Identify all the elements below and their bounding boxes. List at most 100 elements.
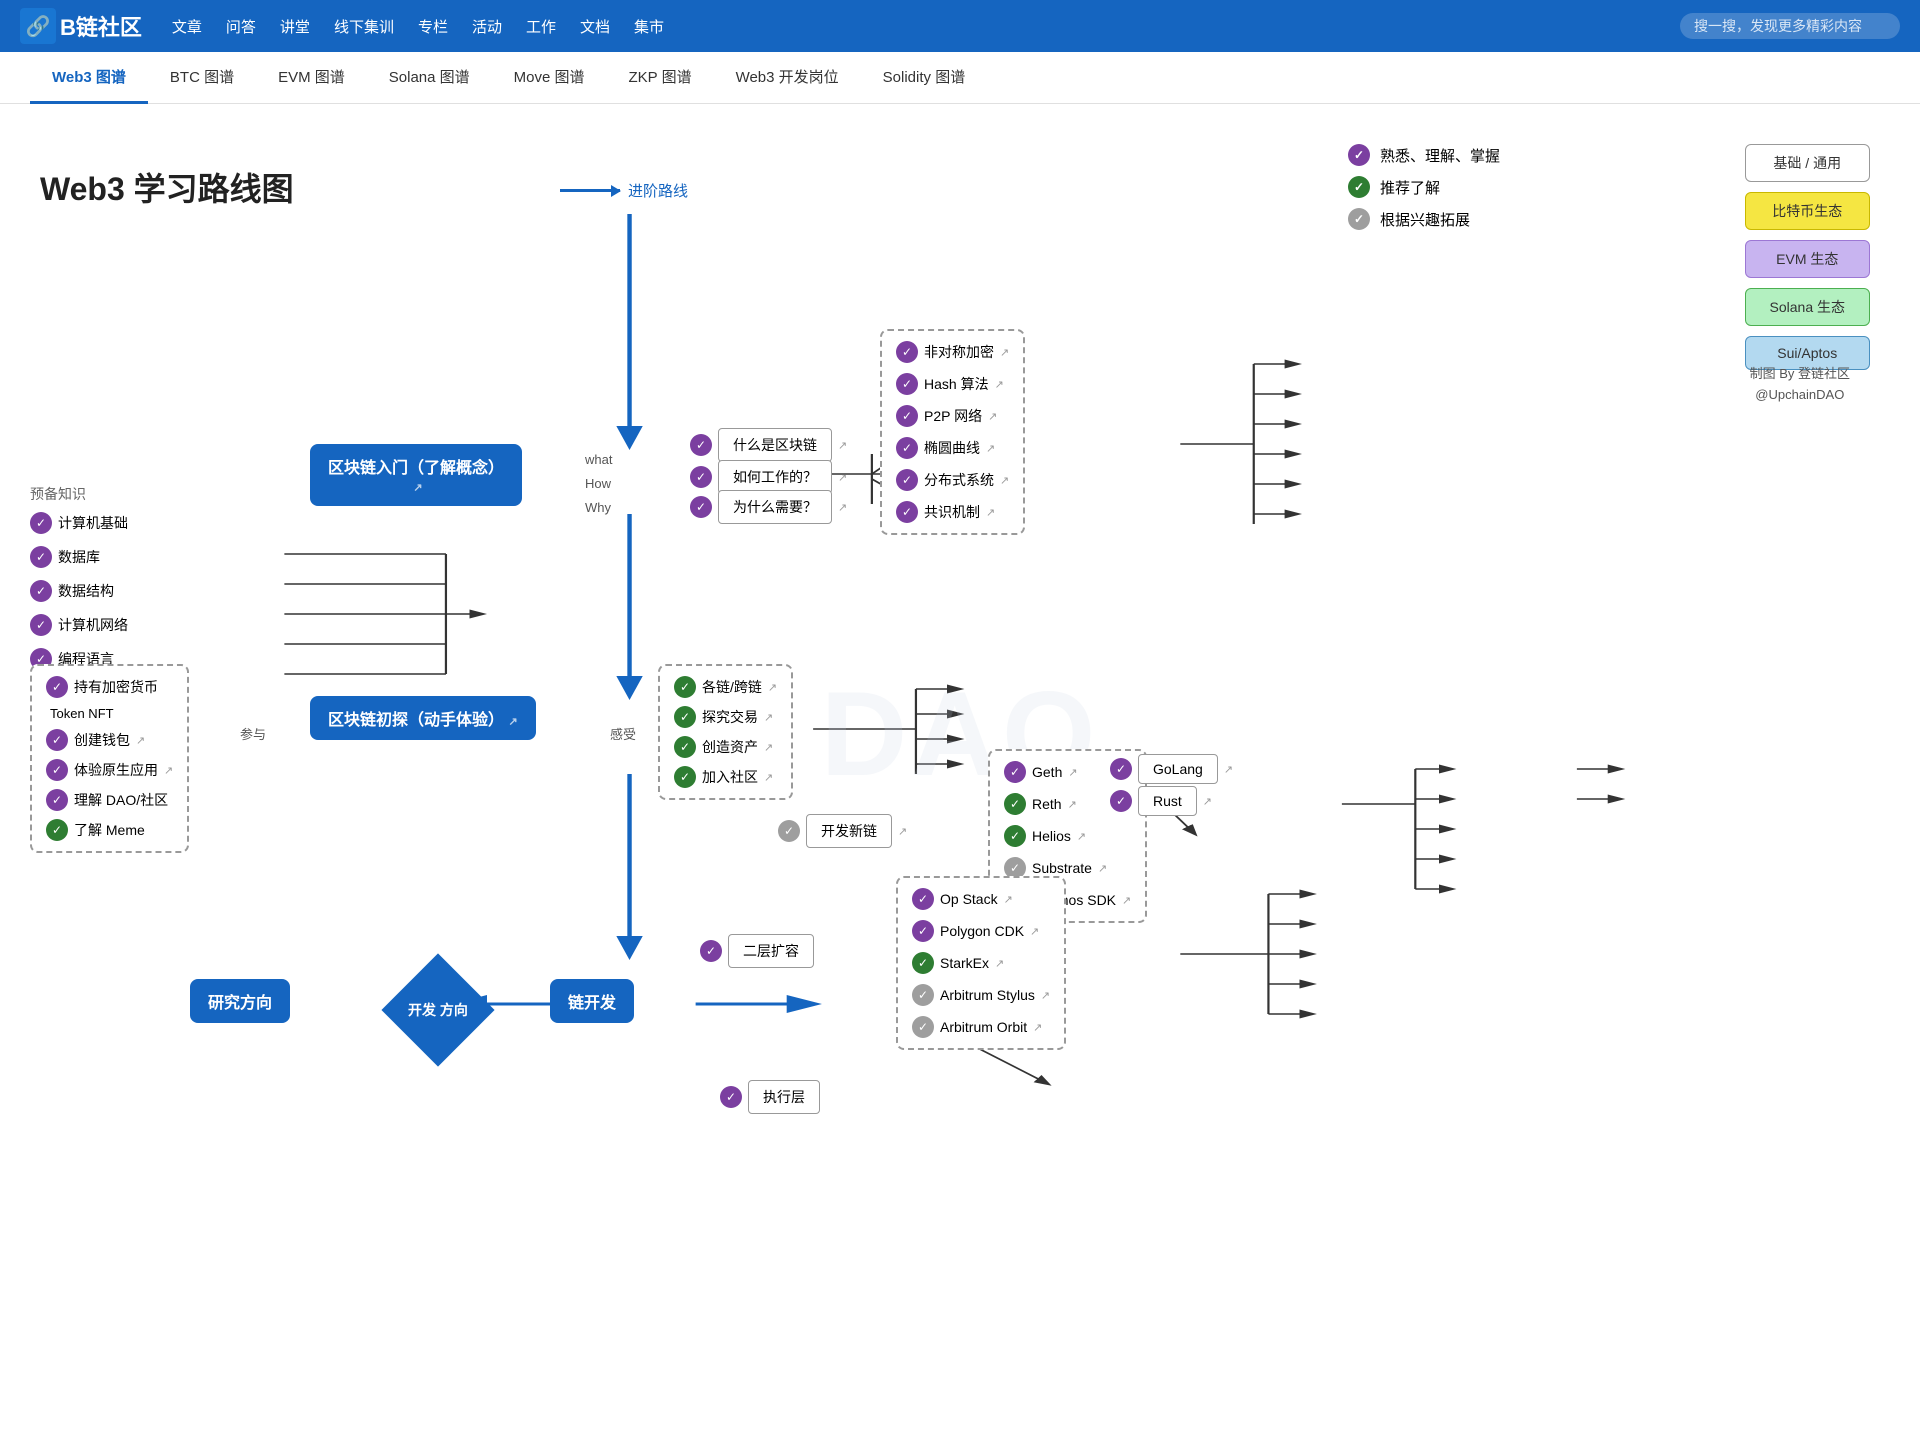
explore-right-box: ✓ 各链/跨链 ↗ ✓ 探究交易 ↗ ✓ 创造资产 ↗ ✓ 加入社区 ↗ — [658, 664, 793, 800]
topic-5[interactable]: ✓ 共识机制 ↗ — [896, 501, 1009, 523]
l2-item-label-4: Arbitrum Orbit — [940, 1019, 1027, 1035]
check-icon-0: ✓ — [30, 512, 52, 534]
topic-0[interactable]: ✓ 非对称加密 ↗ — [896, 341, 1009, 363]
chain-item-2[interactable]: ✓ Helios ↗ — [1004, 825, 1131, 847]
new-chain-node[interactable]: ✓ 开发新链 ↗ — [778, 814, 907, 848]
nav-article[interactable]: 文章 — [172, 19, 202, 36]
tab-web3-job[interactable]: Web3 开发岗位 — [714, 52, 861, 104]
check-topic-1: ✓ — [896, 373, 918, 395]
roadmap-wrapper: DAO — [20, 134, 1900, 1334]
golang-node[interactable]: ✓ GoLang ↗ — [1110, 754, 1233, 784]
tab-zkp[interactable]: ZKP 图谱 — [607, 52, 714, 104]
l2-item-3[interactable]: ✓ Arbitrum Stylus ↗ — [912, 984, 1050, 1006]
check-topic-5: ✓ — [896, 501, 918, 523]
logo[interactable]: 🔗 B链社区 — [20, 8, 142, 44]
ext-er-2: ↗ — [764, 741, 773, 754]
ext-er-1: ↗ — [764, 711, 773, 724]
q-how[interactable]: ✓ 如何工作的？ ↗ — [690, 460, 847, 494]
tab-move[interactable]: Move 图谱 — [492, 52, 607, 104]
research-node[interactable]: 研究方向 — [190, 979, 290, 1023]
advance-arrow — [560, 189, 620, 192]
nav-lecture[interactable]: 讲堂 — [280, 19, 310, 36]
intro-node[interactable]: 区块链入门（了解概念） ↗ — [310, 444, 522, 506]
ext-golang: ↗ — [1224, 763, 1233, 776]
tab-btc[interactable]: BTC 图谱 — [148, 52, 256, 104]
explore-node[interactable]: 区块链初探（动手体验） ↗ — [310, 696, 536, 740]
l2-item-1[interactable]: ✓ Polygon CDK ↗ — [912, 920, 1050, 942]
l2-items-box: ✓ Op Stack ↗ ✓ Polygon CDK ↗ ✓ StarkEx ↗… — [896, 876, 1066, 1050]
topic-3[interactable]: ✓ 椭圆曲线 ↗ — [896, 437, 1009, 459]
l2-item-label-2: StarkEx — [940, 955, 989, 971]
prep-label-0: 计算机基础 — [58, 513, 128, 533]
q-what[interactable]: ✓ 什么是区块链 ↗ — [690, 428, 847, 462]
chain-dev-node[interactable]: 链开发 — [550, 979, 634, 1023]
exec-layer-node[interactable]: ✓ 执行层 — [720, 1080, 820, 1114]
topic-2[interactable]: ✓ P2P 网络 ↗ — [896, 405, 1009, 427]
tab-solana[interactable]: Solana 图谱 — [367, 52, 492, 104]
diamond-outer: 开发 方向 — [388, 960, 488, 1060]
topic-ext-4: ↗ — [1000, 474, 1009, 487]
nav-qa[interactable]: 问答 — [226, 19, 256, 36]
ext-chain-3: ↗ — [1098, 862, 1107, 875]
legend-gray: ✓ 根据兴趣拓展 — [1348, 208, 1500, 230]
explore-left-label-4: 理解 DAO/社区 — [74, 790, 168, 810]
explore-right-3[interactable]: ✓ 加入社区 ↗ — [674, 766, 777, 788]
diamond-text: 开发 方向 — [408, 1001, 468, 1019]
explore-left-5[interactable]: ✓ 了解 Meme — [46, 819, 173, 841]
topic-1[interactable]: ✓ Hash 算法 ↗ — [896, 373, 1009, 395]
nav-job[interactable]: 工作 — [526, 19, 556, 36]
rust-label: Rust — [1138, 786, 1197, 816]
advance-route: 进阶路线 — [560, 180, 688, 201]
chain-item-label-2: Helios — [1032, 828, 1071, 844]
l2-item-0[interactable]: ✓ Op Stack ↗ — [912, 888, 1050, 910]
nav-column[interactable]: 专栏 — [418, 19, 448, 36]
tab-solidity[interactable]: Solidity 图谱 — [861, 52, 988, 104]
check-rust: ✓ — [1110, 790, 1132, 812]
q-why[interactable]: ✓ 为什么需要？ ↗ — [690, 490, 847, 524]
ext-chain-1: ↗ — [1068, 798, 1077, 811]
intro-box: 区块链入门（了解概念） ↗ — [310, 444, 522, 506]
explore-right-2[interactable]: ✓ 创造资产 ↗ — [674, 736, 777, 758]
search-input[interactable] — [1680, 13, 1900, 39]
explore-left-4[interactable]: ✓ 理解 DAO/社区 — [46, 789, 173, 811]
rust-node[interactable]: ✓ Rust ↗ — [1110, 786, 1212, 816]
topic-ext-3: ↗ — [986, 442, 995, 455]
explore-right-1[interactable]: ✓ 探究交易 ↗ — [674, 706, 777, 728]
nav-activity[interactable]: 活动 — [472, 19, 502, 36]
tab-web3[interactable]: Web3 图谱 — [30, 52, 148, 104]
check-l2-4: ✓ — [912, 1016, 934, 1038]
nav-offline[interactable]: 线下集训 — [334, 19, 394, 36]
explore-left-1: Token NFT — [50, 706, 173, 721]
ext-er-3: ↗ — [764, 771, 773, 784]
category-basic: 基础 / 通用 — [1745, 144, 1870, 182]
check-icon-1: ✓ — [30, 546, 52, 568]
nav-links: 文章 问答 讲堂 线下集训 专栏 活动 工作 文档 集市 — [172, 16, 1650, 37]
check-er-0: ✓ — [674, 676, 696, 698]
explore-left-0[interactable]: ✓ 持有加密货币 — [46, 676, 173, 698]
navbar: 🔗 B链社区 文章 问答 讲堂 线下集训 专栏 活动 工作 文档 集市 — [0, 0, 1920, 52]
tab-evm[interactable]: EVM 图谱 — [256, 52, 367, 104]
ext-el-3: ↗ — [164, 764, 173, 777]
explore-left-label-5: 了解 Meme — [74, 820, 145, 840]
l2-item-4[interactable]: ✓ Arbitrum Orbit ↗ — [912, 1016, 1050, 1038]
explore-right-label-0: 各链/跨链 — [702, 677, 762, 697]
check-topic-4: ✓ — [896, 469, 918, 491]
ext-new-chain: ↗ — [898, 825, 907, 838]
l2-node[interactable]: ✓ 二层扩容 — [700, 934, 814, 968]
l2-item-2[interactable]: ✓ StarkEx ↗ — [912, 952, 1050, 974]
check-l2: ✓ — [700, 940, 722, 962]
explore-left-3[interactable]: ✓ 体验原生应用 ↗ — [46, 759, 173, 781]
check-topic-0: ✓ — [896, 341, 918, 363]
explore-right-0[interactable]: ✓ 各链/跨链 ↗ — [674, 676, 777, 698]
check-chain-0: ✓ — [1004, 761, 1026, 783]
topic-4[interactable]: ✓ 分布式系统 ↗ — [896, 469, 1009, 491]
check-exec: ✓ — [720, 1086, 742, 1108]
topic-label-1: Hash 算法 — [924, 374, 989, 394]
check-new-chain: ✓ — [778, 820, 800, 842]
explore-left-2[interactable]: ✓ 创建钱包 ↗ — [46, 729, 173, 751]
topic-label-5: 共识机制 — [924, 502, 980, 522]
nav-market[interactable]: 集市 — [634, 19, 664, 36]
chain-item-label-0: Geth — [1032, 764, 1062, 780]
nav-docs[interactable]: 文档 — [580, 19, 610, 36]
prep-item-0: ✓ 计算机基础 — [30, 512, 128, 534]
